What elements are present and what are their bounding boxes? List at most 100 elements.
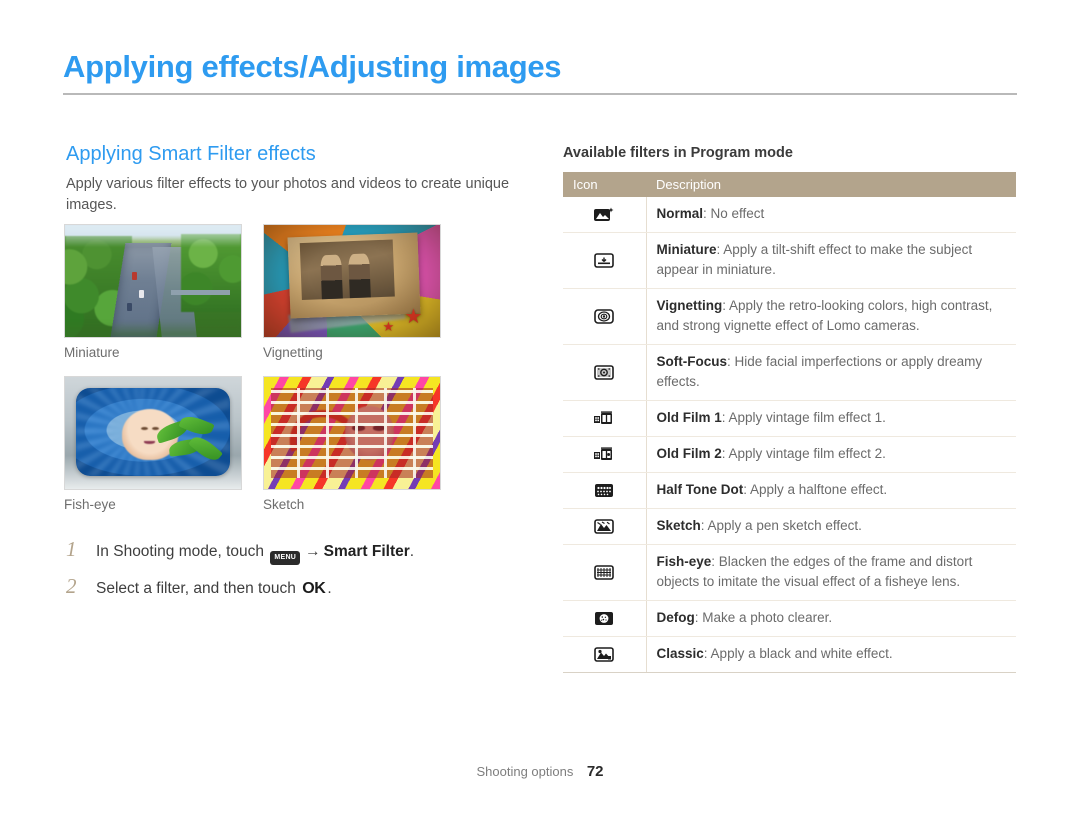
filter-name: Half Tone Dot xyxy=(656,482,744,497)
blur-top xyxy=(65,225,241,248)
filter-name: Old Film 1 xyxy=(656,410,722,425)
sample-caption-vignetting: Vignetting xyxy=(263,345,323,360)
fish-eye-filter-icon xyxy=(593,564,615,581)
filter-description: : Apply a black and white effect. xyxy=(703,646,893,661)
cell-description: Soft-Focus: Hide facial imperfections or… xyxy=(646,344,1016,401)
table-row: Half Tone Dot: Apply a halftone effect. xyxy=(563,472,1016,509)
cell-icon xyxy=(563,600,647,637)
page-title: Applying effects/Adjusting images xyxy=(63,49,562,84)
cell-description: Classic: Apply a black and white effect. xyxy=(646,636,1016,673)
arrow-icon: → xyxy=(305,543,321,560)
cell-description: Defog: Make a photo clearer. xyxy=(646,600,1016,637)
cell-icon xyxy=(563,288,647,345)
brick-wall xyxy=(271,388,433,478)
cell-icon xyxy=(563,472,647,509)
old-film-2-filter-icon xyxy=(593,446,615,463)
cell-description: Sketch: Apply a pen sketch effect. xyxy=(646,508,1016,545)
vignette-overlay xyxy=(264,225,440,337)
cell-description: Miniature: Apply a tilt-shift effect to … xyxy=(646,232,1016,289)
filter-description: : Apply a pen sketch effect. xyxy=(700,518,862,533)
title-divider xyxy=(63,93,1017,95)
sketch-artwork xyxy=(264,377,440,489)
filter-name: Defog xyxy=(656,610,695,625)
table-body: Normal: No effect Miniature: Apply a til… xyxy=(563,197,1016,673)
footer: Shooting options 72 xyxy=(0,763,1080,781)
table-header-row: Icon Description xyxy=(563,172,1016,197)
car xyxy=(131,272,137,281)
miniature-filter-icon xyxy=(593,252,615,269)
footer-page-number: 72 xyxy=(586,763,604,780)
cell-icon xyxy=(563,232,647,289)
table-row: Vignetting: Apply the retro-looking colo… xyxy=(563,288,1016,345)
sample-image-sketch xyxy=(263,376,441,490)
table-row: Classic: Apply a black and white effect. xyxy=(563,636,1016,673)
table-row: Sketch: Apply a pen sketch effect. xyxy=(563,508,1016,545)
cell-icon xyxy=(563,197,647,233)
car xyxy=(126,303,132,312)
table-row: Normal: No effect xyxy=(563,197,1016,233)
section-title: Applying Smart Filter effects xyxy=(66,143,316,165)
leaf-cluster xyxy=(153,412,224,470)
filter-name: Soft-Focus xyxy=(656,354,728,369)
miniature-artwork xyxy=(65,225,241,337)
filter-name: Miniature xyxy=(656,242,717,257)
ok-icon: OK xyxy=(302,580,326,597)
filter-name: Vignetting xyxy=(656,298,723,313)
sample-image-vignetting: ★ ★ xyxy=(263,224,441,338)
cell-icon xyxy=(563,436,647,473)
classic-filter-icon xyxy=(593,646,615,663)
road-gantry xyxy=(170,289,231,295)
step-text-post: . xyxy=(327,580,332,597)
table-row: Soft-Focus: Hide facial imperfections or… xyxy=(563,344,1016,401)
filter-description: : Apply vintage film effect 1. xyxy=(721,410,886,425)
sample-caption-sketch: Sketch xyxy=(263,497,305,512)
cell-description: Old Film 1: Apply vintage film effect 1. xyxy=(646,400,1016,437)
table-title: Available filters in Program mode xyxy=(563,145,793,161)
step-text-post: . xyxy=(409,543,415,560)
filter-name: Normal xyxy=(656,206,704,221)
soft-focus-filter-icon xyxy=(593,364,615,381)
table-row: Defog: Make a photo clearer. xyxy=(563,600,1016,637)
step-1: 1 In Shooting mode, touch MENU → Smart Fil… xyxy=(66,537,526,565)
filter-name: Old Film 2 xyxy=(656,446,722,461)
step-2: 2 Select a filter, and then touch OK. xyxy=(66,574,526,601)
section-body-text: Apply various filter effects to your pho… xyxy=(66,176,510,213)
instruction-steps: 1 In Shooting mode, touch MENU → Smart Fil… xyxy=(66,537,526,613)
step-bold-term: Smart Filter xyxy=(323,543,410,560)
half-tone-dot-filter-icon xyxy=(593,482,615,499)
step-number: 1 xyxy=(66,537,77,561)
table-row: Old Film 2: Apply vintage film effect 2. xyxy=(563,436,1016,473)
sample-caption-miniature: Miniature xyxy=(64,345,120,360)
table-row: Fish-eye: Blacken the edges of the frame… xyxy=(563,544,1016,601)
blur-bottom xyxy=(65,321,241,337)
table-row: Old Film 1: Apply vintage film effect 1. xyxy=(563,400,1016,437)
leaf xyxy=(178,412,215,440)
cell-description: Old Film 2: Apply vintage film effect 2. xyxy=(646,436,1016,473)
normal-filter-icon xyxy=(593,206,615,223)
sample-image-miniature xyxy=(64,224,242,338)
menu-icon: MENU xyxy=(270,551,301,565)
eye xyxy=(140,427,148,431)
cell-icon xyxy=(563,544,647,601)
filter-description: : Apply a halftone effect. xyxy=(743,482,888,497)
cell-icon xyxy=(563,400,647,437)
car xyxy=(138,289,144,298)
available-filters-table: Icon Description Normal: No effect Minia… xyxy=(563,172,1016,673)
cell-icon xyxy=(563,344,647,401)
filter-description: : Make a photo clearer. xyxy=(694,610,833,625)
sketch-filter-icon xyxy=(593,518,615,535)
cell-description: Fish-eye: Blacken the edges of the frame… xyxy=(646,544,1016,601)
footer-section-label: Shooting options xyxy=(476,764,574,779)
vignetting-filter-icon xyxy=(593,308,615,325)
cell-icon xyxy=(563,636,647,673)
vignetting-artwork: ★ ★ xyxy=(264,225,440,337)
filter-description: : Apply vintage film effect 2. xyxy=(721,446,886,461)
cell-icon xyxy=(563,508,647,545)
sample-image-fisheye xyxy=(64,376,242,490)
defog-filter-icon xyxy=(593,610,615,627)
cell-description: Vignetting: Apply the retro-looking colo… xyxy=(646,288,1016,345)
step-text-pre: Select a filter, and then touch xyxy=(96,580,301,597)
fisheye-card xyxy=(75,388,231,476)
column-header-description: Description xyxy=(646,172,1016,197)
filter-name: Fish-eye xyxy=(656,554,712,569)
